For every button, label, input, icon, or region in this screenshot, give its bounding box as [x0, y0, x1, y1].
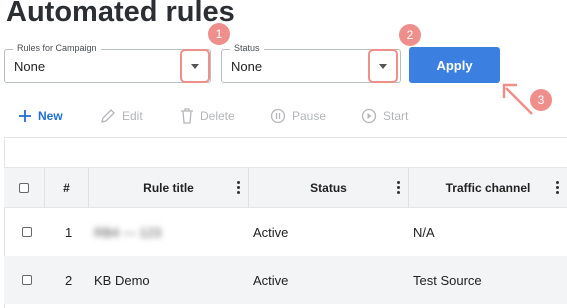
column-header-num-label: # [63, 180, 70, 195]
row-checkbox-cell [22, 208, 42, 256]
pencil-icon [101, 109, 115, 123]
chevron-down-icon [191, 64, 199, 69]
row-status: Active [253, 272, 289, 288]
column-menu-icon[interactable] [556, 181, 559, 196]
status-dropdown-button[interactable] [368, 49, 398, 83]
table-row[interactable]: 2 KB Demo Active Test Source [4, 256, 567, 304]
row-checkbox[interactable] [22, 227, 32, 237]
annotation-badge-2: 2 [399, 24, 421, 46]
column-header-rule-title[interactable]: Rule title [89, 168, 249, 207]
status-select[interactable]: Status None [221, 42, 401, 83]
status-select-value: None [231, 59, 263, 74]
column-header-status-label: Status [310, 180, 347, 195]
column-header-status[interactable]: Status [249, 168, 409, 207]
column-header-traffic-channel[interactable]: Traffic channel [409, 168, 567, 207]
column-header-traffic-channel-label: Traffic channel [445, 180, 531, 195]
row-status: Active [253, 224, 289, 240]
column-header-num: # [45, 168, 89, 207]
column-menu-icon[interactable] [237, 181, 240, 196]
row-rule-title[interactable]: KB Demo [94, 256, 244, 304]
start-button[interactable]: Start [361, 106, 408, 126]
campaign-dropdown-button[interactable] [180, 49, 210, 83]
row-checkbox-cell [22, 256, 42, 304]
page-title: Automated rules [6, 0, 235, 28]
play-icon [361, 108, 377, 124]
campaign-select-label: Rules for Campaign [13, 42, 101, 54]
campaign-select[interactable]: Rules for Campaign None [4, 42, 211, 83]
select-all-cell [4, 168, 45, 207]
row-checkbox[interactable] [22, 275, 32, 285]
chevron-down-icon [379, 64, 387, 69]
annotation-badge-3: 3 [530, 89, 552, 111]
row-num: 2 [65, 272, 73, 288]
select-all-checkbox[interactable] [19, 182, 29, 193]
campaign-select-value: None [14, 59, 46, 74]
plus-icon [19, 110, 31, 122]
status-select-label: Status [230, 42, 264, 54]
row-traffic-channel: N/A [413, 224, 435, 240]
pause-icon [270, 108, 286, 124]
column-header-rule-title-label: Rule title [143, 180, 194, 195]
delete-button-label: Delete [200, 109, 235, 123]
edit-button[interactable]: Edit [100, 106, 143, 126]
delete-button[interactable]: Delete [180, 106, 235, 126]
table-row[interactable]: 1 RB4 — 123 Active N/A [4, 208, 567, 256]
new-button-label: New [38, 109, 63, 123]
column-menu-icon[interactable] [397, 181, 400, 196]
edit-button-label: Edit [122, 109, 143, 123]
row-num: 1 [65, 224, 73, 240]
start-button-label: Start [383, 109, 409, 123]
row-rule-title[interactable]: RB4 — 123 [94, 208, 244, 256]
pause-button[interactable]: Pause [270, 106, 326, 126]
trash-icon [181, 108, 193, 124]
table-header: # Rule title Status Traffic channel [4, 167, 567, 208]
annotation-badge-1: 1 [208, 23, 230, 45]
row-traffic-channel: Test Source [413, 272, 482, 288]
pause-button-label: Pause [292, 109, 327, 123]
new-button[interactable]: New [18, 106, 63, 126]
apply-button[interactable]: Apply [409, 47, 500, 83]
